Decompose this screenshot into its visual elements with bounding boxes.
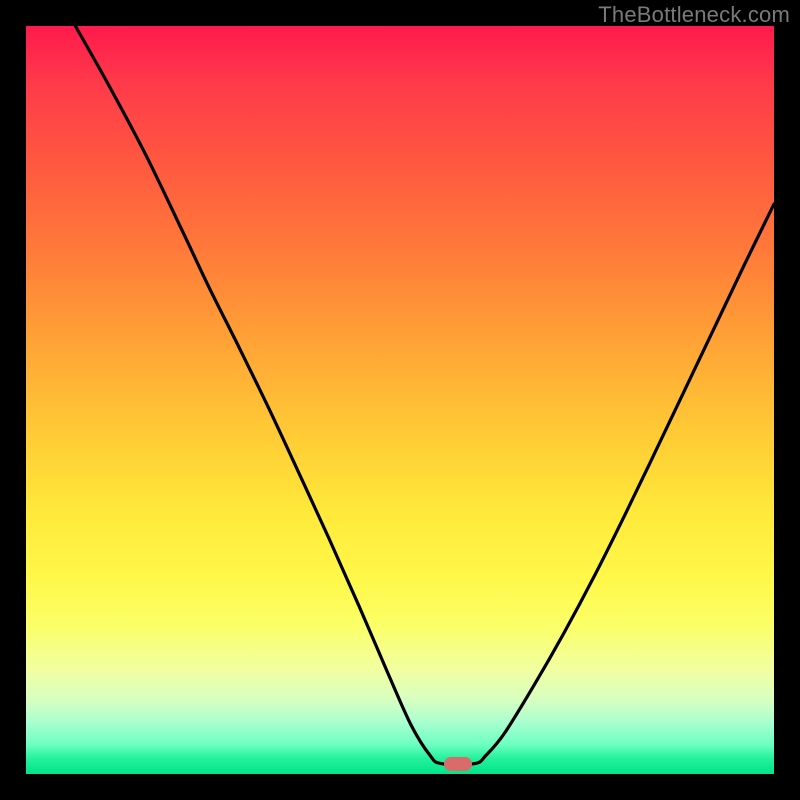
minimum-marker [444,757,472,771]
watermark-text: TheBottleneck.com [598,2,790,28]
bottleneck-curve [75,26,774,765]
curve-svg [26,26,774,774]
chart-frame: TheBottleneck.com [0,0,800,800]
plot-area [26,26,774,774]
